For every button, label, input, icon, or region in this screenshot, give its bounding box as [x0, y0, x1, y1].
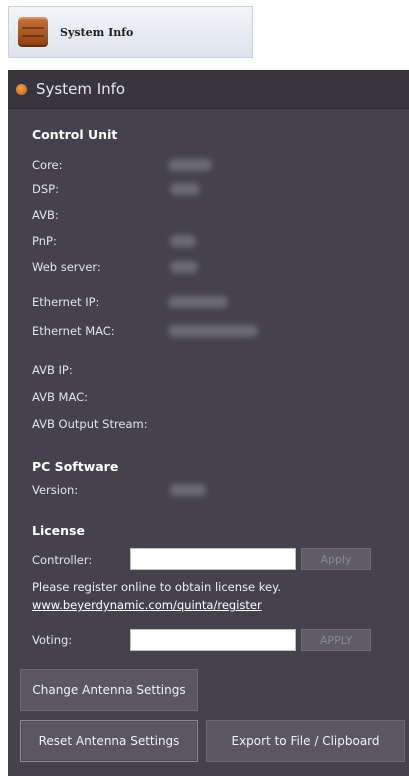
title-bar: System Info: [8, 70, 409, 109]
window-title: System Info: [36, 80, 126, 98]
ethernet-ip-value-redacted: [168, 296, 228, 308]
pc-software-heading: PC Software: [32, 459, 119, 474]
controller-apply-button[interactable]: Apply: [301, 548, 371, 570]
ethernet-ip-label: Ethernet IP:: [32, 295, 100, 309]
controller-license-input[interactable]: [130, 548, 296, 570]
voting-label: Voting:: [32, 633, 73, 647]
pnp-label: PnP:: [32, 234, 57, 248]
reset-antenna-settings-button[interactable]: Reset Antenna Settings: [20, 720, 198, 762]
license-heading: License: [32, 523, 85, 538]
web-server-label: Web server:: [32, 260, 101, 274]
export-to-file-clipboard-button[interactable]: Export to File / Clipboard: [206, 720, 405, 762]
dsp-value-redacted: [170, 183, 200, 195]
core-label: Core:: [32, 158, 63, 172]
core-value-redacted: [168, 159, 212, 171]
orange-dot-icon: [16, 83, 27, 95]
ethernet-mac-value-redacted: [168, 325, 258, 337]
version-value-redacted: [170, 484, 206, 496]
dsp-label: DSP:: [32, 182, 59, 196]
change-antenna-settings-button[interactable]: Change Antenna Settings: [20, 669, 198, 711]
pnp-value-redacted: [170, 235, 196, 247]
version-label: Version:: [32, 483, 79, 497]
avb-output-stream-label: AVB Output Stream:: [32, 417, 148, 431]
register-instructions: Please register online to obtain license…: [32, 580, 281, 594]
register-link[interactable]: www.beyerdynamic.com/quinta/register: [32, 598, 262, 612]
control-unit-heading: Control Unit: [32, 127, 118, 142]
avb-mac-label: AVB MAC:: [32, 390, 89, 404]
controller-label: Controller:: [32, 553, 93, 567]
web-server-value-redacted: [170, 261, 198, 273]
system-info-panel: System Info Control Unit Core: DSP: AVB:…: [8, 70, 409, 776]
voting-license-input[interactable]: [130, 629, 296, 651]
avb-ip-label: AVB IP:: [32, 363, 73, 377]
voting-apply-button[interactable]: APPLY: [301, 629, 371, 651]
launcher-label: System Info: [60, 25, 134, 39]
ethernet-mac-label: Ethernet MAC:: [32, 324, 115, 338]
avb-label: AVB:: [32, 208, 59, 222]
system-info-launcher-button[interactable]: System Info: [8, 6, 253, 58]
cabinet-icon: [18, 17, 48, 47]
